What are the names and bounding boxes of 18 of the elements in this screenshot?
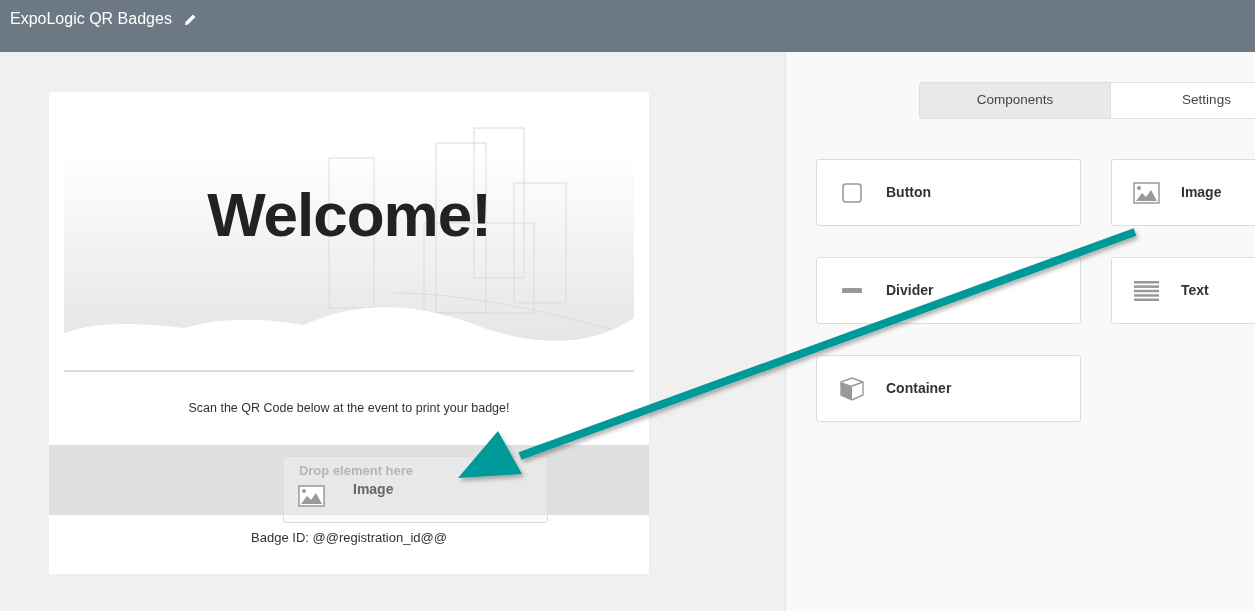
component-card[interactable]: Divider (816, 257, 1081, 324)
component-card[interactable]: Image (1111, 159, 1255, 226)
badge-id-text: Badge ID: @@registration_id@@ (251, 529, 447, 548)
lines-icon (1134, 280, 1159, 301)
tab[interactable]: Settings (1111, 82, 1255, 119)
square-icon (841, 182, 862, 203)
instruction-text: Scan the QR Code below at the event to print your badge! (188, 400, 510, 418)
app-title: ExpoLogic QR Badges (10, 9, 172, 29)
image-icon (1133, 181, 1160, 204)
component-card[interactable]: Container (816, 355, 1081, 422)
component-card[interactable]: Button (816, 159, 1081, 226)
component-card[interactable]: Text (1111, 257, 1255, 324)
pencil-icon[interactable] (183, 12, 197, 26)
image-icon (298, 484, 325, 507)
cube-icon (839, 376, 864, 401)
tab[interactable]: Components (919, 82, 1111, 119)
welcome-heading: Welcome! (207, 178, 491, 251)
minus-icon (841, 288, 862, 293)
